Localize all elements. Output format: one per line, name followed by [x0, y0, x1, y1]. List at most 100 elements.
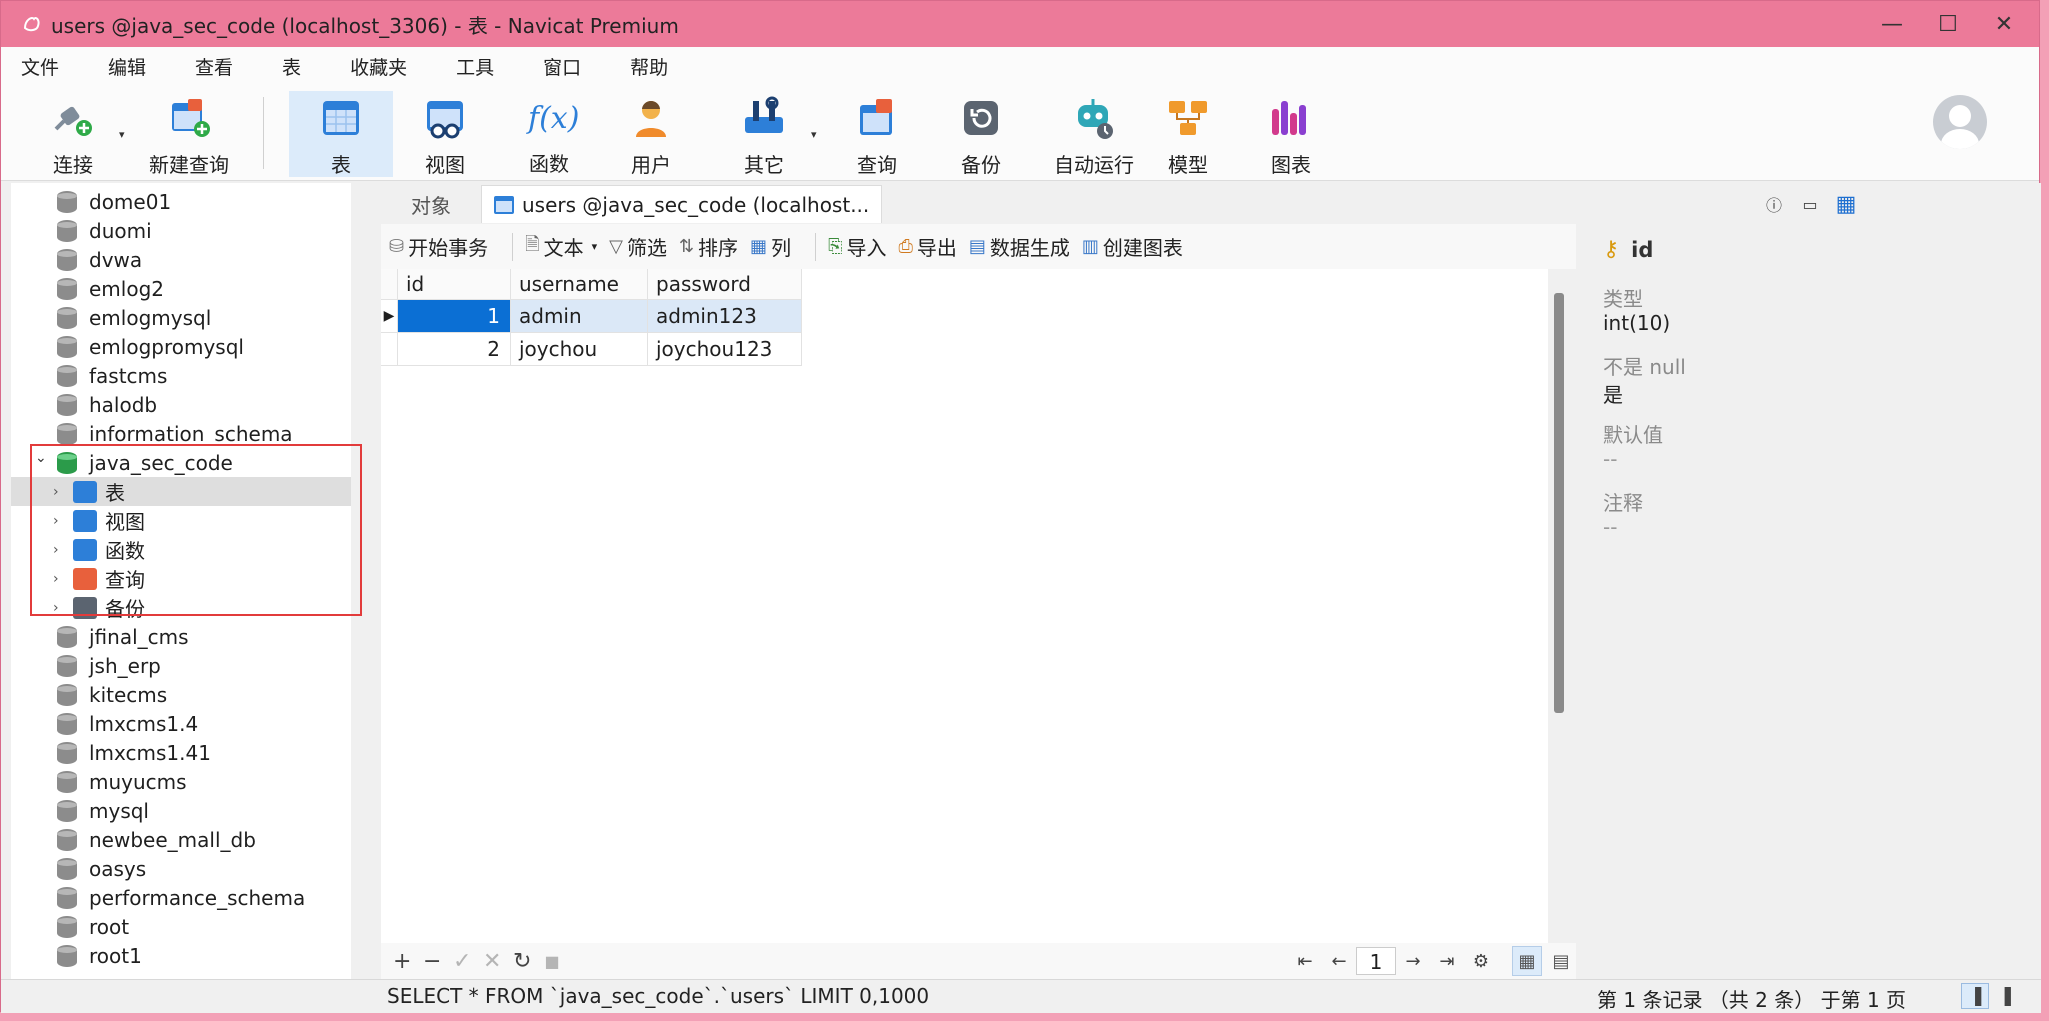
tab-users-table[interactable]: users @java_sec_code (localhost...	[481, 185, 883, 223]
previous-page-icon[interactable]: ←	[1322, 951, 1356, 972]
form-view-icon[interactable]: ▤	[1546, 946, 1576, 976]
row-marker-header	[381, 269, 398, 300]
page-number-input[interactable]: 1	[1356, 947, 1396, 975]
database-cylinder	[57, 654, 77, 677]
chevron-down-icon[interactable]: ▾	[811, 128, 821, 141]
toolbar-chart-button[interactable]: 图表	[1241, 91, 1341, 177]
cell-id[interactable]: 1	[398, 300, 511, 333]
tree-item-database[interactable]: performance_schema	[11, 883, 351, 912]
toolbar-model-button[interactable]: 模型	[1138, 91, 1238, 177]
fields-icon[interactable]: ▦	[1833, 191, 1859, 217]
discard-changes-icon[interactable]: ✕	[483, 949, 501, 974]
table-row[interactable]: 2 joychou joychou123	[381, 333, 802, 366]
tree-item-database[interactable]: lmxcms1.4	[11, 709, 351, 738]
toolbar-query-button[interactable]: 查询	[827, 91, 927, 177]
refresh-icon[interactable]: ↻	[513, 949, 531, 974]
tree-item-database[interactable]: halodb	[11, 390, 351, 419]
menu-help[interactable]: 帮助	[630, 53, 668, 80]
status-record-info: 第 1 条记录 （共 2 条） 于第 1 页	[1597, 988, 1907, 1012]
action-label: 筛选	[626, 236, 667, 260]
cell-username[interactable]: joychou	[511, 333, 648, 366]
menu-window[interactable]: 窗口	[543, 53, 581, 80]
cell-password[interactable]: joychou123	[648, 333, 802, 366]
toolbar-new-query-button[interactable]: 新建查询	[134, 91, 244, 177]
tree-item-database[interactable]: newbee_mall_db	[11, 825, 351, 854]
avatar[interactable]	[1933, 95, 1987, 149]
tree-item-label: newbee_mall_db	[89, 827, 256, 852]
screen-frame: users @java_sec_code (localhost_3306) - …	[0, 0, 2049, 1021]
column-header-username[interactable]: username	[511, 269, 648, 300]
database-icon	[57, 248, 77, 271]
data-grid[interactable]: id username password ▶ 1 admin admin123 …	[381, 269, 1548, 943]
info-icon[interactable]: ⓘ	[1761, 191, 1787, 217]
tree-item-database[interactable]: oasys	[11, 854, 351, 883]
tree-item-database[interactable]: emlog2	[11, 274, 351, 303]
tree-item-database[interactable]: root1	[11, 941, 351, 970]
menu-edit[interactable]: 编辑	[108, 53, 146, 80]
tree-item-database[interactable]: kitecms	[11, 680, 351, 709]
add-record-icon[interactable]: +	[393, 949, 411, 974]
text-button[interactable]: 🗎 文本 ▾	[525, 232, 597, 262]
tree-item-database[interactable]: dvwa	[11, 245, 351, 274]
menu-favorites[interactable]: 收藏夹	[350, 53, 407, 80]
toolbar-backup-button[interactable]: 备份	[931, 91, 1031, 177]
column-header-password[interactable]: password	[648, 269, 802, 300]
apply-changes-icon[interactable]: ✓	[453, 949, 471, 974]
next-page-icon[interactable]: →	[1396, 951, 1430, 972]
toolbar-other-button[interactable]: 其它	[714, 91, 814, 177]
separator	[512, 232, 514, 261]
tree-item-database[interactable]: mysql	[11, 796, 351, 825]
close-button[interactable]: ✕	[1969, 1, 2039, 47]
toolbar-user-button[interactable]: 用户	[601, 91, 701, 177]
create-chart-button[interactable]: ▥ 创建图表	[1082, 232, 1183, 261]
tree-item-label: emlogmysql	[89, 305, 212, 330]
database-icon	[57, 828, 77, 851]
tree-item-database[interactable]: muyucms	[11, 767, 351, 796]
cell-password[interactable]: admin123	[648, 300, 802, 333]
grid-scrollbar[interactable]	[1554, 293, 1564, 713]
table-row[interactable]: ▶ 1 admin admin123	[381, 300, 802, 333]
tree-item-database[interactable]: root	[11, 912, 351, 941]
tab-objects[interactable]: 对象	[381, 185, 481, 223]
tree-item-database[interactable]: lmxcms1.41	[11, 738, 351, 767]
ddl-icon[interactable]: ▭	[1797, 191, 1823, 217]
tree-item-database[interactable]: duomi	[11, 216, 351, 245]
sort-button[interactable]: ⇅ 排序	[679, 232, 738, 261]
database-icon	[57, 915, 77, 938]
menu-table[interactable]: 表	[282, 53, 301, 80]
delete-record-icon[interactable]: −	[423, 949, 441, 974]
toolbar-function-button[interactable]: f(x) 函数	[499, 91, 599, 177]
export-button[interactable]: ⎙ 导出	[898, 232, 956, 261]
cell-username[interactable]: admin	[511, 300, 648, 333]
columns-button[interactable]: ▦ 列	[750, 232, 791, 261]
column-header-id[interactable]: id	[398, 269, 511, 300]
tree-item-database[interactable]: emlogmysql	[11, 303, 351, 332]
stop-icon[interactable]: ■	[543, 952, 561, 971]
tree-item-database[interactable]: emlogpromysql	[11, 332, 351, 361]
tree-item-database[interactable]: jfinal_cms	[11, 622, 351, 651]
toolbar-connect-button[interactable]: 连接	[23, 91, 123, 177]
cell-id[interactable]: 2	[398, 333, 511, 366]
tree-item-database[interactable]: fastcms	[11, 361, 351, 390]
toolbar-view-button[interactable]: 视图	[395, 91, 495, 177]
first-page-icon[interactable]: ⇤	[1288, 951, 1322, 972]
menu-tools[interactable]: 工具	[456, 53, 494, 80]
tree-item-database[interactable]: dome01	[11, 187, 351, 216]
toolbar-automation-button[interactable]: 自动运行	[1034, 91, 1154, 177]
database-icon	[57, 306, 77, 329]
tree-item-database[interactable]: jsh_erp	[11, 651, 351, 680]
begin-transaction-button[interactable]: ⛁ 开始事务	[389, 232, 488, 261]
toggle-left-pane-icon[interactable]: ▐	[1961, 983, 1989, 1009]
gear-icon[interactable]: ⚙	[1464, 951, 1498, 972]
import-button[interactable]: ⎘ 导入	[828, 232, 886, 261]
filter-button[interactable]: ▽ 筛选	[609, 232, 667, 261]
grid-view-icon[interactable]: ▦	[1512, 946, 1542, 976]
chevron-down-icon[interactable]: ▾	[119, 128, 129, 141]
toolbar-table-button[interactable]: 表	[289, 91, 393, 177]
menu-file[interactable]: 文件	[21, 53, 59, 80]
toggle-right-pane-icon[interactable]: ▌	[1997, 983, 2025, 1009]
data-generation-button[interactable]: ▤ 数据生成	[969, 232, 1070, 261]
menu-view[interactable]: 查看	[195, 53, 233, 80]
last-page-icon[interactable]: ⇥	[1430, 951, 1464, 972]
navicat-icon	[21, 13, 43, 35]
